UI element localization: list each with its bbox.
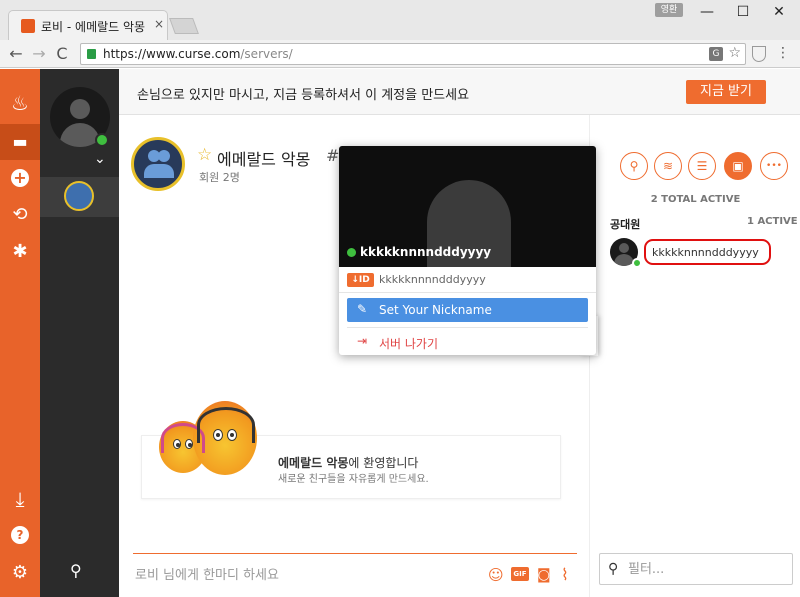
history-icon[interactable]: ⟲ (10, 205, 30, 225)
welcome-server-name: 에메랄드 악몽 (278, 456, 349, 470)
divider (339, 292, 596, 293)
window-close-icon[interactable]: ✕ (764, 2, 794, 22)
divider (347, 327, 588, 328)
user-profile-popup: kkkkknnnndddyyyy ↓ID kkkkknnnndddyyyy ✎ … (339, 146, 596, 355)
avatar-body (60, 123, 100, 147)
server-name: 에메랄드 악몽 (217, 150, 311, 169)
extension-shield-icon[interactable] (752, 46, 766, 62)
forward-icon[interactable]: → (29, 44, 49, 64)
signup-button[interactable]: 지금 받기 (686, 80, 766, 104)
gif-icon[interactable]: GIF (511, 567, 529, 581)
chevron-down-icon[interactable]: ⌄ (94, 151, 106, 167)
popup-username: kkkkknnnndddyyyy (360, 245, 492, 259)
tab-close-icon[interactable]: × (154, 17, 164, 31)
lock-icon (87, 49, 96, 59)
emoji-icon[interactable]: ☺ (488, 567, 504, 583)
reload-icon[interactable]: C (52, 44, 72, 64)
member-group-active: 1 ACTIVE (747, 216, 798, 227)
online-status-dot (347, 248, 356, 257)
members-panel: ⚲ ≋ ☰ ▣ ••• 2 TOTAL ACTIVE 공대원 1 ACTIVE … (589, 115, 800, 597)
online-status-dot (95, 133, 109, 147)
download-icon[interactable]: ⤓ (10, 489, 30, 509)
mascot-eye (185, 439, 193, 449)
more-icon[interactable]: ••• (760, 152, 788, 180)
url-text: https://www.curse.com/servers/ (103, 47, 293, 61)
add-icon[interactable]: + (11, 169, 29, 187)
popup-header: kkkkknnnndddyyyy (339, 146, 596, 267)
browser-titlebar: 로비 - 에메랄드 악몽 - C × 영환 — ☐ ✕ (0, 0, 800, 40)
leave-server-item[interactable]: ⇥ 서버 나가기 (347, 331, 588, 353)
total-active-count: 2 TOTAL ACTIVE (650, 194, 741, 205)
member-name[interactable]: kkkkknnnndddyyyy (652, 246, 759, 259)
welcome-title: 에메랄드 악몽에 환영합니다 (278, 454, 418, 471)
popup-user-id: kkkkknnnndddyyyy (379, 273, 486, 286)
server-column: ⌄ ⚲ (40, 69, 119, 597)
curse-id-badge: ↓ID (347, 273, 374, 287)
guest-banner: 손님으로 있지만 마시고, 지금 등록하셔서 이 계정을 만드세요 지금 받기 (119, 69, 800, 115)
member-group-name: 공대원 (610, 218, 641, 231)
chat-icon[interactable]: ▬ (10, 132, 30, 152)
list-icon[interactable]: ☰ (688, 152, 716, 180)
back-icon[interactable]: ← (6, 44, 26, 64)
avatar-head (619, 243, 629, 253)
layers-icon[interactable]: ≋ (654, 152, 682, 180)
url-host: https://www.curse.com (103, 47, 241, 61)
browser-tab[interactable]: 로비 - 에메랄드 악몽 - C × (8, 10, 168, 40)
set-nickname-label: Set Your Nickname (379, 303, 492, 317)
member-count: 회원 2명 (199, 171, 240, 184)
camera-icon[interactable]: ◙ (537, 567, 551, 583)
mascot-eye (227, 429, 237, 441)
filter-field[interactable]: ⚲ (599, 553, 793, 585)
new-tab-button[interactable] (169, 18, 199, 34)
welcome-subtitle: 새로운 친구들을 자유롭게 만드세요. (278, 474, 429, 485)
server-avatar[interactable] (131, 137, 185, 191)
banner-message: 손님으로 있지만 마시고, 지금 등록하셔서 이 계정을 만드세요 (137, 88, 470, 103)
minimize-icon[interactable]: — (692, 2, 722, 22)
settings-icon[interactable]: ⚙ (10, 563, 30, 583)
mascot-flames-illustration (157, 393, 267, 493)
members-icon[interactable]: ▣ (724, 152, 752, 180)
help-icon[interactable]: ? (11, 526, 29, 544)
url-path: /servers/ (240, 47, 293, 61)
search-icon: ⚲ (608, 561, 619, 577)
avatar-body (614, 254, 634, 266)
nav-rail: ♨ ▬ + ⟲ ✱ ⤓ ? ⚙ (0, 69, 40, 597)
set-nickname-button[interactable]: ✎ Set Your Nickname (347, 298, 588, 322)
favorite-star-icon[interactable]: ☆ (197, 145, 212, 165)
mascot-eye (173, 439, 181, 449)
browser-toolbar: ← → C https://www.curse.com/servers/ G ☆… (0, 40, 800, 68)
maximize-icon[interactable]: ☐ (728, 2, 758, 22)
flame-icon[interactable]: ♨ (10, 93, 30, 113)
online-status-dot (632, 258, 642, 268)
server-icon (64, 181, 94, 211)
translate-icon[interactable]: G (709, 47, 723, 61)
mascot-eye (213, 429, 223, 441)
avatar-head (70, 99, 90, 119)
address-bar[interactable]: https://www.curse.com/servers/ G ☆ (80, 43, 746, 65)
search-icon[interactable]: ⚲ (70, 561, 82, 580)
message-input[interactable] (135, 562, 475, 588)
welcome-suffix: 에 환영합니다 (348, 456, 419, 470)
leave-server-label: 서버 나가기 (379, 337, 439, 351)
attach-icon[interactable]: ⌇ (561, 567, 569, 583)
compass-icon[interactable]: ✱ (10, 242, 30, 262)
exit-icon: ⇥ (357, 334, 368, 348)
pencil-icon: ✎ (357, 302, 368, 316)
curse-favicon-icon (21, 19, 35, 33)
search-icon[interactable]: ⚲ (620, 152, 648, 180)
filter-input[interactable] (628, 559, 778, 579)
browser-menu-icon[interactable]: ⋮ (776, 43, 790, 63)
server-list-item[interactable] (40, 177, 119, 217)
channel-hash-icon: # (326, 146, 340, 165)
avatar-people-body (144, 164, 174, 178)
bookmark-star-icon[interactable]: ☆ (728, 45, 741, 61)
tab-title: 로비 - 에메랄드 악몽 - C (41, 20, 149, 34)
profile-badge[interactable]: 영환 (655, 3, 683, 17)
headset-icon (197, 407, 255, 443)
avatar-person (158, 150, 170, 162)
composer-divider (133, 553, 577, 554)
